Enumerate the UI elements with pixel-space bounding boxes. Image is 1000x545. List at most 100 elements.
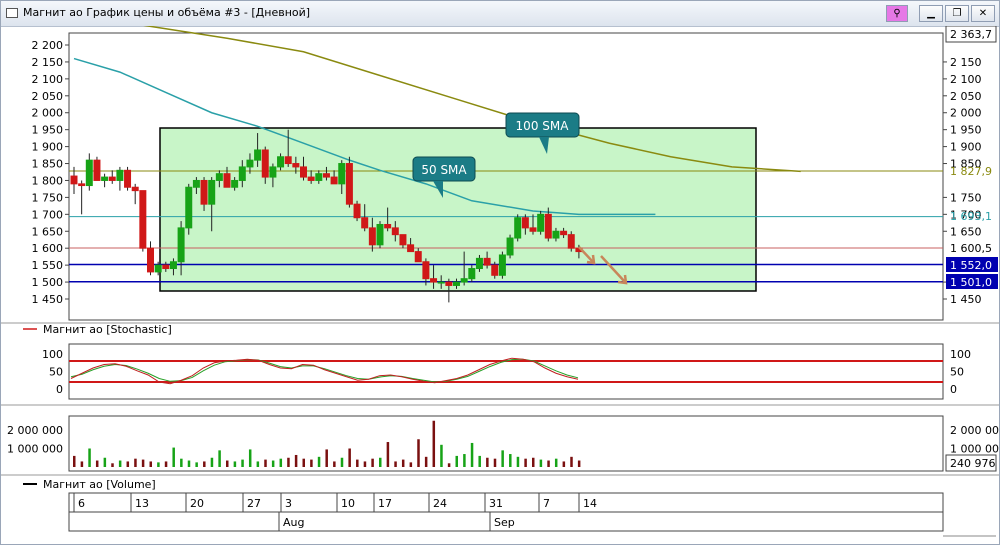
- y-tick-label: 1 550: [32, 259, 64, 272]
- stoch-tick-label-right: 50: [950, 366, 964, 379]
- candle-up: [338, 163, 346, 185]
- sma100-value-label: 1 827,9: [950, 165, 992, 178]
- minimize-icon[interactable]: ▁: [919, 5, 943, 22]
- volume-pane-frame: [68, 415, 944, 472]
- y-tick-label: 2 000: [32, 107, 64, 120]
- candle-up: [116, 169, 124, 181]
- candle-down: [483, 257, 491, 266]
- volume-bar: [501, 450, 504, 467]
- candle-up: [460, 278, 468, 283]
- volume-tick-label: 1 000 000: [7, 443, 63, 456]
- candle-up: [498, 254, 506, 276]
- volume-bar: [554, 458, 558, 467]
- candle-down: [361, 217, 369, 229]
- volume-tick-label-right: 2 000 000: [950, 424, 999, 437]
- volume-bar: [149, 461, 152, 467]
- candle-down: [430, 278, 438, 283]
- y-tick-label-right: 2 150: [950, 56, 982, 69]
- y-tick-label: 1 600: [32, 242, 64, 255]
- date-label: 31: [489, 497, 503, 510]
- date-label: 6: [78, 497, 85, 510]
- volume-bar: [547, 460, 550, 467]
- candle-down: [261, 149, 269, 178]
- candle-down: [284, 156, 292, 165]
- candle-down: [391, 227, 399, 236]
- volume-bar: [356, 459, 359, 467]
- volume-bar: [134, 458, 137, 467]
- stoch-caption: Магнит ао [Stochastic]: [43, 323, 172, 336]
- candle-up: [506, 237, 514, 256]
- y-tick-label: 1 650: [32, 225, 64, 238]
- candle-down: [445, 281, 453, 286]
- stoch-pane-frame: [68, 343, 944, 400]
- volume-bar: [486, 457, 489, 467]
- candle-up: [208, 179, 216, 205]
- candle-down: [78, 183, 86, 187]
- volume-last-label: 240 976: [950, 457, 996, 470]
- volume-bar: [539, 459, 543, 467]
- restore-icon[interactable]: ❐: [945, 5, 969, 22]
- link-icon[interactable]: ⚲: [886, 5, 908, 22]
- volume-bar: [287, 457, 290, 467]
- date-label: 24: [433, 497, 447, 510]
- sma50-callout-label: 50 SMA: [421, 163, 467, 177]
- top-price-label: 2 363,7: [950, 28, 992, 41]
- date-label: 13: [135, 497, 149, 510]
- volume-bar: [333, 461, 336, 467]
- candle-up: [177, 227, 185, 263]
- candle-up: [376, 223, 384, 246]
- volume-bar: [363, 461, 367, 467]
- volume-bar: [493, 458, 497, 467]
- y-tick-label: 1 800: [32, 174, 64, 187]
- candle-down: [292, 163, 300, 168]
- volume-bar: [424, 456, 428, 467]
- candle-down: [147, 247, 154, 273]
- month-label: Aug: [283, 516, 304, 529]
- volume-bar: [379, 457, 382, 467]
- candle-down: [353, 203, 361, 219]
- y-tick-label-right: 1 650: [950, 225, 982, 238]
- volume-bar: [203, 461, 206, 467]
- volume-bar: [470, 442, 474, 467]
- volume-bar: [103, 457, 107, 467]
- volume-bar: [172, 447, 175, 467]
- date-label: 10: [341, 497, 355, 510]
- volume-tick-label-right: 1 000 000: [950, 443, 999, 456]
- date-label: 20: [190, 497, 204, 510]
- candle-up: [215, 173, 223, 181]
- volume-bar: [371, 458, 374, 467]
- volume-bar: [509, 454, 512, 467]
- volume-bar: [118, 460, 122, 467]
- candle-down: [300, 166, 307, 178]
- volume-bar: [95, 460, 99, 467]
- y-tick-label: 1 850: [32, 158, 64, 171]
- support2-value-label: 1 501,0: [950, 276, 992, 289]
- candle-up: [269, 166, 277, 178]
- title-bar[interactable]: Магнит ао График цены и объёма #3 - [Дне…: [1, 1, 999, 27]
- candle-up: [238, 166, 246, 181]
- volume-bar: [226, 460, 229, 467]
- stoch-tick-label-right: 100: [950, 348, 971, 361]
- close-icon[interactable]: ✕: [971, 5, 995, 22]
- y-tick-label-right: 1 750: [950, 191, 982, 204]
- volume-bar: [570, 456, 573, 467]
- volume-bar: [577, 460, 581, 467]
- y-tick-label-right: 2 050: [950, 90, 982, 103]
- candle-down: [70, 175, 78, 185]
- chart-canvas: 2 200 2 150 2 100 2 050 2 000 1 950 1 900 1 850…: [1, 26, 999, 537]
- date-label: 17: [378, 497, 392, 510]
- candle-up: [468, 268, 476, 280]
- volume-bar: [348, 448, 351, 467]
- candle-down: [521, 217, 529, 229]
- volume-bar: [340, 457, 344, 467]
- close-value-label: 1 600,5: [950, 242, 992, 255]
- y-tick-label-right: 2 000: [950, 107, 982, 120]
- volume-bar: [310, 459, 313, 467]
- volume-bar: [279, 458, 283, 467]
- y-tick-label: 2 100: [32, 73, 64, 86]
- y-tick-label: 2 200: [32, 39, 64, 52]
- candle-up: [475, 257, 483, 270]
- candle-down: [422, 261, 430, 280]
- volume-bar: [409, 462, 413, 467]
- candle-down: [384, 223, 392, 229]
